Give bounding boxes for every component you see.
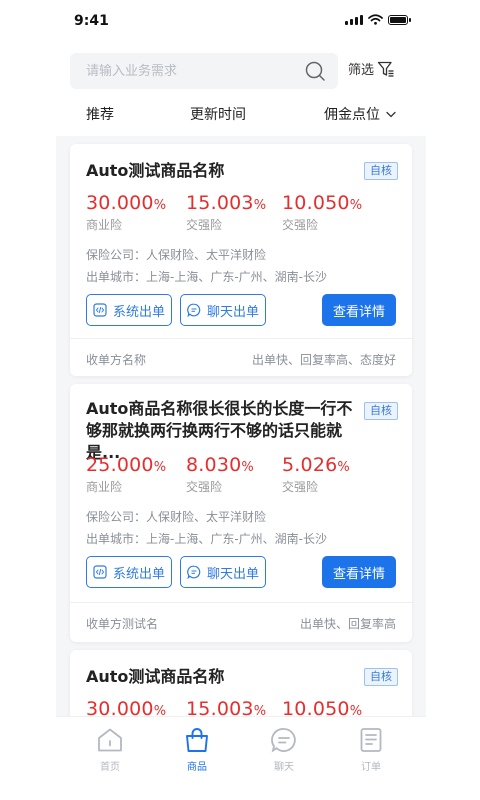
rate-item: 15.003% 交强险 bbox=[186, 192, 267, 232]
chat-bubble-icon bbox=[187, 303, 201, 317]
sort-commission-label: 佣金点位 bbox=[324, 107, 380, 123]
search-box[interactable] bbox=[70, 53, 338, 89]
search-input[interactable] bbox=[86, 53, 286, 89]
filter-icon bbox=[377, 61, 394, 77]
rate-item: 25.000% 商业险 bbox=[86, 454, 167, 494]
home-icon bbox=[98, 728, 122, 752]
receiver-tags: 出单快、回复率高 bbox=[299, 617, 396, 631]
status-badge: 自核 bbox=[364, 402, 398, 420]
status-bar: 9:41 bbox=[56, 0, 426, 44]
sort-commission-dropdown[interactable]: 佣金点位 bbox=[324, 104, 396, 124]
tab-orders[interactable]: 订单 bbox=[341, 727, 401, 773]
system-order-button[interactable]: 系统出单 bbox=[86, 294, 172, 326]
rate-label: 商业险 bbox=[86, 480, 123, 494]
shopping-bag-icon bbox=[186, 728, 208, 752]
search-icon[interactable] bbox=[304, 60, 326, 82]
rate-label: 交强险 bbox=[282, 480, 319, 494]
info-block: 保险公司：人保财险、太平洋财险 出单城市：上海-上海、广东-广州、湖南-长沙 bbox=[86, 506, 327, 550]
card-footer: 收单方名称 出单快、回复率高、态度好 bbox=[70, 338, 412, 376]
rate-label: 交强险 bbox=[186, 480, 223, 494]
view-detail-button[interactable]: 查看详情 bbox=[322, 556, 396, 588]
phone-screen: 9:41 筛选 bbox=[56, 0, 426, 800]
product-title: Auto测试商品名称 bbox=[86, 667, 225, 686]
system-order-button[interactable]: 系统出单 bbox=[86, 556, 172, 588]
sort-recommend-tab[interactable]: 推荐 bbox=[86, 104, 114, 124]
rate-value: 10.050 bbox=[282, 192, 350, 214]
status-badge: 自核 bbox=[364, 668, 398, 686]
rates-row: 30.000% 商业险 15.003% 交强险 10.050% 交强险 bbox=[86, 192, 406, 232]
rate-label: 交强险 bbox=[282, 218, 319, 232]
bottom-tab-bar: 首页 商品 聊天 订单 bbox=[56, 716, 426, 800]
chat-order-button[interactable]: 聊天出单 bbox=[180, 294, 266, 326]
status-badge: 自核 bbox=[364, 162, 398, 180]
rate-item: 30.000% 商业险 bbox=[86, 192, 167, 232]
issue-city: 出单城市：上海-上海、广东-广州、湖南-长沙 bbox=[86, 270, 327, 284]
rate-value: 30.000 bbox=[86, 192, 154, 214]
header: 筛选 推荐 更新时间 佣金点位 bbox=[56, 44, 426, 136]
rate-item: 5.026% 交强险 bbox=[282, 454, 350, 494]
receiver-tags: 出单快、回复率高、态度好 bbox=[251, 353, 396, 367]
sort-bar: 推荐 更新时间 佣金点位 bbox=[56, 100, 426, 136]
sort-update-time-tab[interactable]: 更新时间 bbox=[190, 104, 246, 124]
status-icons bbox=[345, 14, 411, 25]
filter-button[interactable]: 筛选 bbox=[348, 59, 395, 78]
card-footer: 收单方测试名 出单快、回复率高 bbox=[70, 602, 412, 642]
rate-item: 10.050% 交强险 bbox=[282, 192, 363, 232]
chat-order-button[interactable]: 聊天出单 bbox=[180, 556, 266, 588]
issue-city: 出单城市：上海-上海、广东-广州、湖南-长沙 bbox=[86, 532, 327, 546]
battery-icon bbox=[388, 14, 411, 25]
filter-label: 筛选 bbox=[348, 63, 375, 78]
rate-value: 15.003 bbox=[186, 192, 254, 214]
receiver-name: 收单方测试名 bbox=[86, 617, 159, 631]
rate-value: 25.000 bbox=[86, 454, 154, 476]
wifi-icon bbox=[368, 14, 383, 25]
rate-label: 交强险 bbox=[186, 218, 223, 232]
rate-value: 8.030 bbox=[186, 454, 242, 476]
product-title: Auto测试商品名称 bbox=[86, 161, 225, 180]
tab-chat[interactable]: 聊天 bbox=[254, 727, 314, 773]
info-block: 保险公司：人保财险、太平洋财险 出单城市：上海-上海、广东-广州、湖南-长沙 bbox=[86, 244, 327, 288]
rate-label: 商业险 bbox=[86, 218, 123, 232]
code-icon bbox=[93, 565, 107, 579]
view-detail-button[interactable]: 查看详情 bbox=[322, 294, 396, 326]
order-icon bbox=[360, 728, 382, 752]
chat-bubble-icon bbox=[187, 565, 201, 579]
insurance-company: 保险公司：人保财险、太平洋财险 bbox=[86, 510, 267, 524]
code-icon bbox=[93, 303, 107, 317]
rate-item: 8.030% 交强险 bbox=[186, 454, 254, 494]
tab-home[interactable]: 首页 bbox=[80, 727, 140, 773]
tab-products[interactable]: 商品 bbox=[167, 727, 227, 773]
product-card[interactable]: Auto商品名称很长很长的长度一行不够那就换两行换两行不够的话只能就是... 自… bbox=[70, 384, 412, 642]
receiver-name: 收单方名称 bbox=[86, 353, 147, 367]
chevron-down-icon bbox=[386, 111, 396, 117]
signal-icon bbox=[345, 14, 363, 25]
insurance-company: 保险公司：人保财险、太平洋财险 bbox=[86, 248, 267, 262]
status-time: 9:41 bbox=[74, 13, 109, 29]
rate-value: 5.026 bbox=[282, 454, 338, 476]
rates-row: 25.000% 商业险 8.030% 交强险 5.026% 交强险 bbox=[86, 454, 406, 494]
chat-icon bbox=[271, 728, 296, 753]
product-card[interactable]: Auto测试商品名称 自核 30.000% 商业险 15.003% 交强险 10… bbox=[70, 144, 412, 376]
